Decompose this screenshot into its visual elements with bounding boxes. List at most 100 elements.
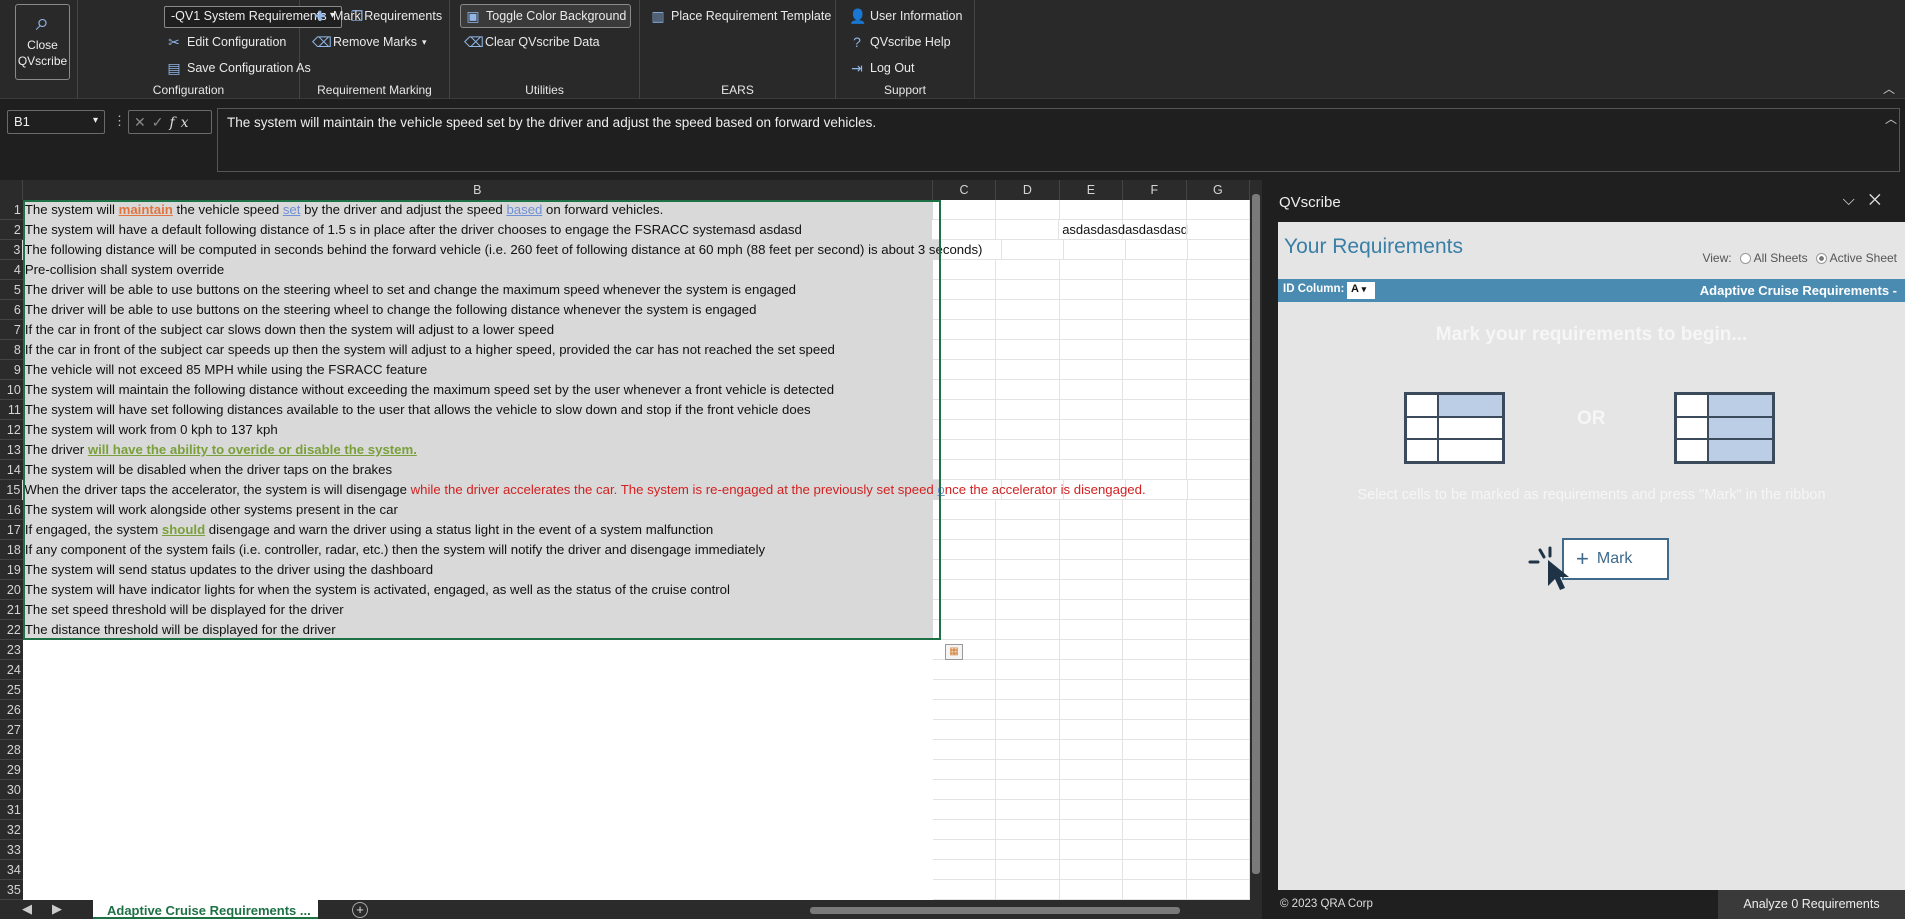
row-header[interactable]: 21	[0, 600, 23, 620]
cell-c[interactable]	[933, 680, 997, 700]
cell-d[interactable]	[996, 840, 1060, 860]
cell-d[interactable]	[996, 820, 1060, 840]
scroll-thumb[interactable]	[1252, 194, 1260, 874]
cell-f[interactable]	[1123, 700, 1187, 720]
cell-g[interactable]	[1188, 240, 1250, 260]
cell-f[interactable]	[1123, 380, 1187, 400]
cell-d[interactable]	[996, 560, 1060, 580]
row-header[interactable]: 20	[0, 580, 23, 600]
cell-b[interactable]: The set speed threshold will be displaye…	[22, 600, 933, 620]
cell-d[interactable]	[996, 440, 1060, 460]
cell-d[interactable]	[996, 460, 1060, 480]
cell-g[interactable]	[1187, 860, 1250, 880]
cell-b[interactable]	[22, 660, 933, 680]
cell-e[interactable]	[1060, 700, 1124, 720]
cell-e[interactable]	[1060, 660, 1124, 680]
row-header[interactable]: 12	[0, 420, 23, 440]
cell-f[interactable]	[1123, 540, 1187, 560]
cell-g[interactable]	[1187, 440, 1250, 460]
cell-c[interactable]	[933, 540, 997, 560]
name-box[interactable]: B1 ▾	[7, 110, 105, 134]
cell-e[interactable]	[1060, 760, 1124, 780]
cell-f[interactable]	[1123, 220, 1187, 240]
cell-g[interactable]	[1187, 360, 1250, 380]
cell-b[interactable]	[22, 840, 933, 860]
cell-e[interactable]	[1060, 820, 1124, 840]
row-header[interactable]: 17	[0, 520, 23, 540]
row-header[interactable]: 9	[0, 360, 23, 380]
cell-e[interactable]	[1060, 420, 1124, 440]
toggle-color-background-button[interactable]: ▣ Toggle Color Background	[460, 4, 632, 28]
cell-f[interactable]	[1123, 720, 1187, 740]
row-header[interactable]: 28	[0, 740, 23, 760]
cell-f[interactable]	[1123, 640, 1187, 660]
cell-b[interactable]: The distance threshold will be displayed…	[22, 620, 933, 640]
cell-f[interactable]	[1126, 240, 1189, 260]
cell-f[interactable]	[1123, 200, 1187, 220]
cell-b[interactable]: When the driver taps the accelerator, th…	[22, 480, 1146, 500]
cell-d[interactable]	[996, 320, 1060, 340]
cell-d[interactable]	[996, 760, 1060, 780]
row-header[interactable]: 23	[0, 640, 23, 660]
cell-d[interactable]	[996, 360, 1060, 380]
cell-c[interactable]	[932, 220, 996, 240]
cell-e[interactable]	[1060, 780, 1124, 800]
cell-f[interactable]	[1123, 820, 1187, 840]
cell-b[interactable]: The system will work from 0 kph to 137 k…	[22, 420, 933, 440]
cell-b[interactable]	[22, 740, 933, 760]
place-template-button[interactable]: ▥ Place Requirement Template	[646, 4, 835, 28]
cell-e[interactable]	[1060, 560, 1124, 580]
row-header[interactable]: 25	[0, 680, 23, 700]
cell-c[interactable]	[933, 820, 997, 840]
cell-b[interactable]	[22, 760, 933, 780]
cell-b[interactable]: The vehicle will not exceed 85 MPH while…	[22, 360, 933, 380]
cell-d[interactable]	[996, 540, 1060, 560]
cell-c[interactable]	[933, 640, 997, 660]
cell-e[interactable]	[1060, 520, 1124, 540]
cell-g[interactable]	[1187, 260, 1250, 280]
cell-d[interactable]	[996, 380, 1060, 400]
formula-input[interactable]: The system will maintain the vehicle spe…	[217, 108, 1900, 172]
row-header[interactable]: 4	[0, 260, 23, 280]
cell-b[interactable]	[22, 860, 933, 880]
cell-b[interactable]	[22, 680, 933, 700]
cell-f[interactable]	[1123, 600, 1187, 620]
cell-e[interactable]	[1060, 200, 1124, 220]
cell-e[interactable]	[1060, 320, 1124, 340]
cell-c[interactable]	[933, 360, 997, 380]
cell-d[interactable]	[996, 260, 1060, 280]
row-header[interactable]: 26	[0, 700, 23, 720]
cell-c[interactable]	[933, 560, 997, 580]
cell-e[interactable]	[1060, 540, 1124, 560]
formula-controls[interactable]: ✕✓fx	[128, 110, 212, 134]
cell-f[interactable]	[1123, 560, 1187, 580]
expand-formula-icon[interactable]: ︿	[1885, 110, 1897, 127]
vertical-scrollbar[interactable]	[1250, 180, 1262, 919]
cell-c[interactable]	[933, 440, 997, 460]
row-header[interactable]: 31	[0, 800, 23, 820]
cell-e[interactable]	[1060, 380, 1124, 400]
row-header[interactable]: 6	[0, 300, 23, 320]
cell-g[interactable]	[1187, 700, 1250, 720]
paste-options-icon[interactable]: ▦	[945, 644, 963, 660]
cell-g[interactable]	[1187, 760, 1250, 780]
cell-e[interactable]	[1060, 580, 1124, 600]
cell-f[interactable]	[1123, 280, 1187, 300]
view-all-sheets-radio[interactable]: All Sheets	[1739, 251, 1808, 265]
cell-d[interactable]	[996, 600, 1060, 620]
mark-requirements-button[interactable]: ✚ Mark Requirements	[308, 4, 446, 28]
row-header[interactable]: 16	[0, 500, 23, 520]
cell-f[interactable]	[1123, 400, 1187, 420]
cell-c[interactable]	[933, 460, 997, 480]
cell-c[interactable]	[933, 200, 997, 220]
cell-f[interactable]	[1123, 680, 1187, 700]
cell-c[interactable]	[933, 400, 997, 420]
row-header[interactable]: 3	[0, 240, 23, 260]
cell-f[interactable]	[1123, 440, 1187, 460]
cell-g[interactable]	[1187, 460, 1250, 480]
cell-b[interactable]: The following distance will be computed …	[22, 240, 982, 260]
more-icon[interactable]: ⋮	[113, 113, 126, 129]
cell-b[interactable]: The driver will have the ability to over…	[22, 440, 933, 460]
row-header[interactable]: 8	[0, 340, 23, 360]
row-header[interactable]: 24	[0, 660, 23, 680]
